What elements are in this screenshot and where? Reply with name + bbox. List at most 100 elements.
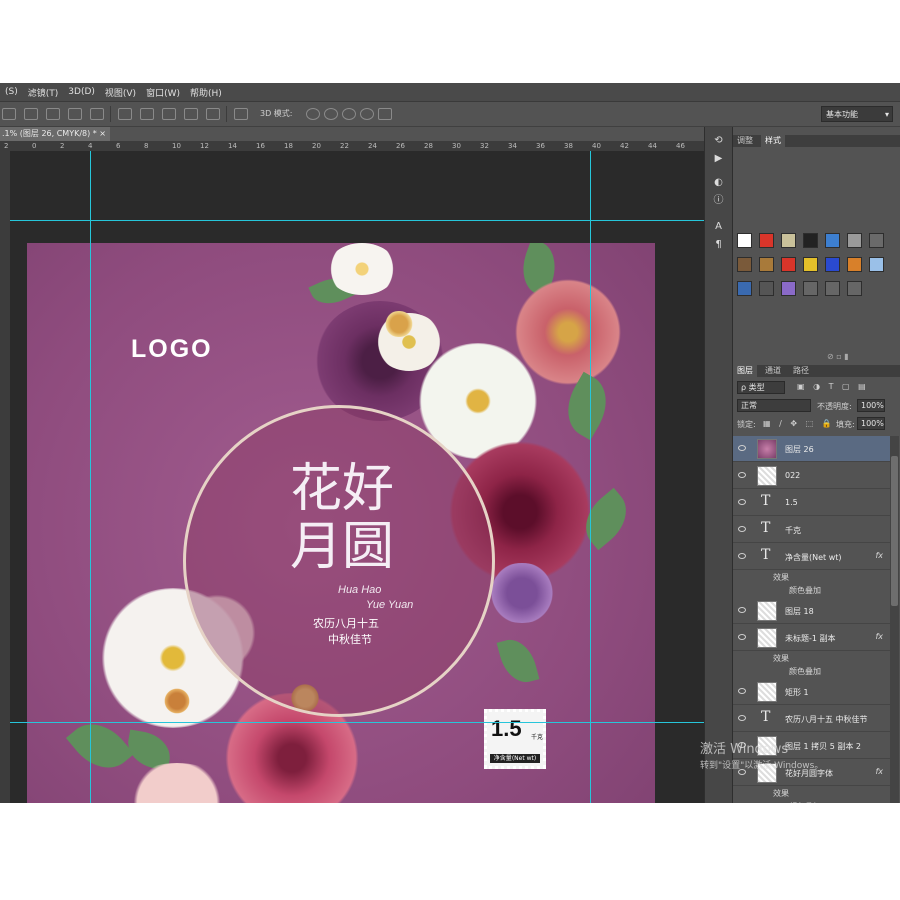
guide-horizontal[interactable] bbox=[10, 220, 704, 221]
paragraph-icon[interactable]: ¶ bbox=[712, 239, 725, 251]
tab-adjustments[interactable]: 调整 bbox=[733, 135, 757, 147]
menu-item-window[interactable]: 窗口(W) bbox=[141, 86, 185, 99]
distribute-left-icon[interactable] bbox=[184, 108, 198, 120]
layer-name[interactable]: 图层 18 bbox=[785, 606, 814, 617]
filter-icons[interactable]: ▣ ◑ T ▢ ▤ bbox=[797, 382, 869, 391]
visibility-eye-icon[interactable] bbox=[738, 634, 746, 640]
layer-name[interactable]: 农历八月十五 中秋佳节 bbox=[785, 714, 868, 725]
menu-item-3d[interactable]: 3D(D) bbox=[63, 87, 100, 97]
layer-row[interactable]: T 净含量(Net wt) fx bbox=[733, 544, 891, 570]
distribute-center-icon[interactable] bbox=[206, 108, 220, 120]
style-swatch[interactable] bbox=[847, 233, 862, 248]
style-swatch[interactable] bbox=[825, 233, 840, 248]
menu-item-filter[interactable]: 滤镜(T) bbox=[23, 86, 64, 99]
layer-row[interactable]: T 千克 bbox=[733, 517, 891, 543]
layer-filter-select[interactable]: ρ 类型 bbox=[737, 381, 785, 394]
tab-layers[interactable]: 图层 bbox=[733, 365, 757, 377]
visibility-eye-icon[interactable] bbox=[738, 526, 746, 532]
style-swatch[interactable] bbox=[781, 233, 796, 248]
style-swatch[interactable] bbox=[803, 281, 818, 296]
style-swatch[interactable] bbox=[759, 281, 774, 296]
tab-paths[interactable]: 路径 bbox=[789, 365, 813, 377]
layer-effects-icon[interactable]: fx bbox=[875, 551, 883, 560]
style-swatch[interactable] bbox=[737, 281, 752, 296]
layer-row[interactable]: 022 bbox=[733, 463, 891, 489]
layer-name[interactable]: 图层 1 拷贝 5 副本 2 bbox=[785, 741, 861, 752]
layer-name[interactable]: 未标题-1 副本 bbox=[785, 633, 836, 644]
visibility-eye-icon[interactable] bbox=[738, 715, 746, 721]
guide-horizontal[interactable] bbox=[10, 722, 704, 723]
style-swatch[interactable] bbox=[781, 281, 796, 296]
layer-name[interactable]: 图层 26 bbox=[785, 444, 814, 455]
style-swatch[interactable] bbox=[803, 257, 818, 272]
visibility-eye-icon[interactable] bbox=[738, 499, 746, 505]
character-icon[interactable]: A bbox=[712, 221, 725, 233]
style-swatch[interactable] bbox=[869, 233, 884, 248]
opacity-input[interactable]: 100% bbox=[857, 399, 885, 412]
layer-row[interactable]: 图层 26 bbox=[733, 436, 891, 462]
distribute-top-icon[interactable] bbox=[118, 108, 132, 120]
scrollbar-thumb[interactable] bbox=[891, 456, 898, 606]
layer-row[interactable]: 未标题-1 副本 fx bbox=[733, 625, 891, 651]
style-swatch[interactable] bbox=[825, 257, 840, 272]
visibility-eye-icon[interactable] bbox=[738, 553, 746, 559]
align-top-icon[interactable] bbox=[2, 108, 16, 120]
guide-vertical[interactable] bbox=[590, 151, 591, 803]
visibility-eye-icon[interactable] bbox=[738, 688, 746, 694]
properties-icon[interactable]: ◐ bbox=[712, 177, 725, 189]
3d-rotate-icon[interactable] bbox=[306, 108, 320, 120]
layer-name[interactable]: 净含量(Net wt) bbox=[785, 552, 842, 563]
close-icon[interactable]: × bbox=[99, 127, 106, 141]
document-canvas[interactable]: LOGO 花好 月圆 Hua Hao Yue Yuan 农历八月十五 中秋佳节 … bbox=[27, 243, 655, 803]
style-swatch[interactable] bbox=[803, 233, 818, 248]
layers-scrollbar[interactable] bbox=[890, 436, 899, 803]
layer-name[interactable]: 矩形 1 bbox=[785, 687, 809, 698]
layer-row[interactable]: 图层 18 bbox=[733, 598, 891, 624]
color-overlay-row[interactable]: 颜色叠加 bbox=[733, 584, 891, 597]
layer-effects-icon[interactable]: fx bbox=[875, 767, 883, 776]
style-swatch[interactable] bbox=[847, 281, 862, 296]
align-left-icon[interactable] bbox=[68, 108, 82, 120]
layer-effects-icon[interactable]: fx bbox=[875, 632, 883, 641]
layer-name[interactable]: 1.5 bbox=[785, 498, 798, 507]
layer-name[interactable]: 022 bbox=[785, 471, 800, 480]
layer-row[interactable]: 矩形 1 bbox=[733, 679, 891, 705]
style-swatch[interactable] bbox=[737, 233, 752, 248]
distribute-bottom-icon[interactable] bbox=[162, 108, 176, 120]
style-swatch[interactable] bbox=[759, 257, 774, 272]
color-overlay-row[interactable]: 颜色叠加 bbox=[733, 665, 891, 678]
align-bottom-icon[interactable] bbox=[46, 108, 60, 120]
blend-mode-select[interactable]: 正常 bbox=[737, 399, 811, 412]
layer-row[interactable]: T 农历八月十五 中秋佳节 bbox=[733, 706, 891, 732]
visibility-eye-icon[interactable] bbox=[738, 445, 746, 451]
fill-input[interactable]: 100% bbox=[857, 417, 885, 430]
style-swatch[interactable] bbox=[759, 233, 774, 248]
vertical-ruler[interactable] bbox=[0, 151, 10, 803]
style-swatch[interactable] bbox=[825, 281, 840, 296]
layer-row[interactable]: T 1.5 bbox=[733, 490, 891, 516]
auto-align-icon[interactable] bbox=[234, 108, 248, 120]
align-center-icon[interactable] bbox=[90, 108, 104, 120]
3d-roll-icon[interactable] bbox=[324, 108, 338, 120]
style-swatch[interactable] bbox=[847, 257, 862, 272]
lock-icons[interactable]: ▦ ∕ ✥ ⬚ 🔒 bbox=[763, 419, 835, 428]
layer-name[interactable]: 千克 bbox=[785, 525, 801, 536]
actions-play-icon[interactable]: ▶ bbox=[712, 153, 725, 165]
distribute-middle-icon[interactable] bbox=[140, 108, 154, 120]
style-swatch[interactable] bbox=[781, 257, 796, 272]
guide-vertical[interactable] bbox=[90, 151, 91, 803]
style-swatch[interactable] bbox=[869, 257, 884, 272]
visibility-eye-icon[interactable] bbox=[738, 472, 746, 478]
history-icon[interactable]: ⟲ bbox=[712, 135, 725, 147]
color-overlay-row[interactable]: 颜色叠加 bbox=[733, 800, 891, 803]
effects-row[interactable]: 效果 bbox=[733, 787, 891, 800]
workspace-switcher[interactable]: 基本功能 ▾ bbox=[821, 106, 893, 122]
effects-row[interactable]: 效果 bbox=[733, 571, 891, 584]
tab-channels[interactable]: 通道 bbox=[761, 365, 785, 377]
3d-pan-icon[interactable] bbox=[342, 108, 356, 120]
visibility-eye-icon[interactable] bbox=[738, 607, 746, 613]
effects-row[interactable]: 效果 bbox=[733, 652, 891, 665]
document-tab[interactable]: .1% (图层 26, CMYK/8) * × bbox=[0, 127, 110, 141]
menu-item-help[interactable]: 帮助(H) bbox=[185, 86, 227, 99]
style-swatch[interactable] bbox=[737, 257, 752, 272]
